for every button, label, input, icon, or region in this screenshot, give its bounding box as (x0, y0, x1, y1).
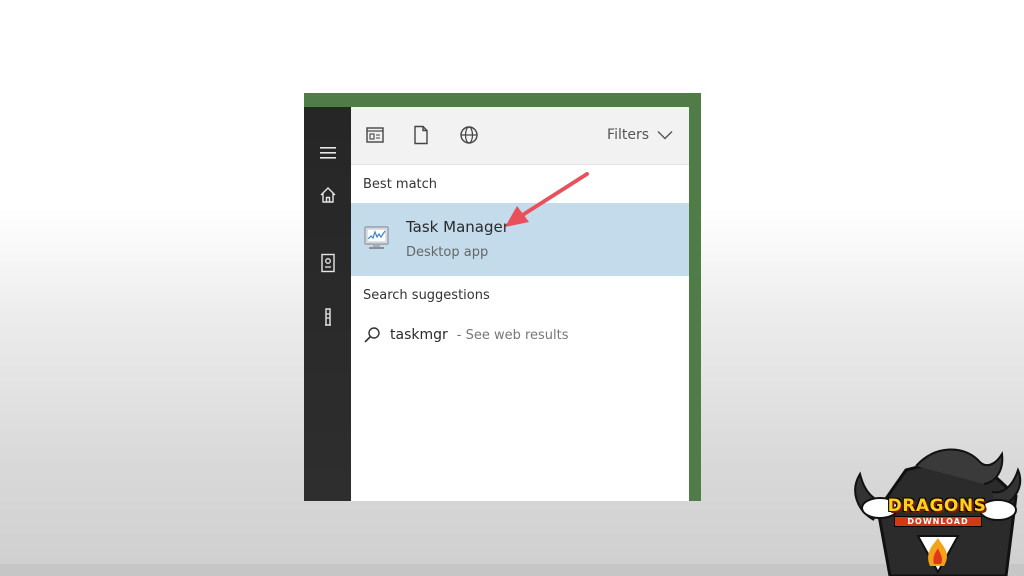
documents-filter-icon (414, 125, 428, 145)
best-match-heading: Best match (363, 177, 438, 192)
result-subtitle: Desktop app (406, 245, 489, 260)
results-content: Filters Best match Task Manager Desktop … (351, 107, 689, 501)
search-panel: Filters Best match Task Manager Desktop … (304, 107, 689, 501)
result-task-manager[interactable]: Task Manager Desktop app (351, 203, 689, 276)
apps-filter-button[interactable] (363, 123, 387, 147)
documents-filter-button[interactable] (409, 123, 433, 147)
left-rail (304, 107, 351, 501)
apps-filter-icon (366, 127, 384, 143)
home-icon (320, 187, 335, 203)
chevron-down-icon (657, 131, 673, 140)
suggestion-query: taskmgr (390, 327, 448, 343)
web-filter-button[interactable] (457, 123, 481, 147)
tower-icon (324, 308, 331, 326)
suggestion-suffix: - See web results (456, 327, 569, 343)
search-suggestions-heading: Search suggestions (363, 288, 490, 303)
hamburger-menu-icon (319, 147, 336, 159)
search-icon (364, 327, 380, 343)
watermark-subtitle: DOWNLOAD (894, 516, 982, 527)
hamburger-menu-button[interactable] (304, 133, 351, 173)
start-search-window: Filters Best match Task Manager Desktop … (304, 93, 701, 501)
notebook-button[interactable] (304, 243, 351, 283)
home-button[interactable] (304, 175, 351, 215)
watermark-title: DRAGONS (887, 496, 987, 516)
notebook-icon (320, 253, 335, 273)
task-manager-icon (364, 226, 389, 249)
filter-toolbar: Filters (351, 107, 689, 165)
filters-label: Filters (607, 127, 649, 143)
web-filter-icon (460, 126, 478, 144)
suggestion-taskmgr[interactable]: taskmgr - See web results (363, 325, 569, 345)
result-title: Task Manager (406, 218, 509, 236)
tower-button[interactable] (304, 297, 351, 337)
filters-dropdown[interactable]: Filters (607, 127, 673, 143)
watermark-logo: DRAGONS DOWNLOAD (846, 440, 1024, 576)
